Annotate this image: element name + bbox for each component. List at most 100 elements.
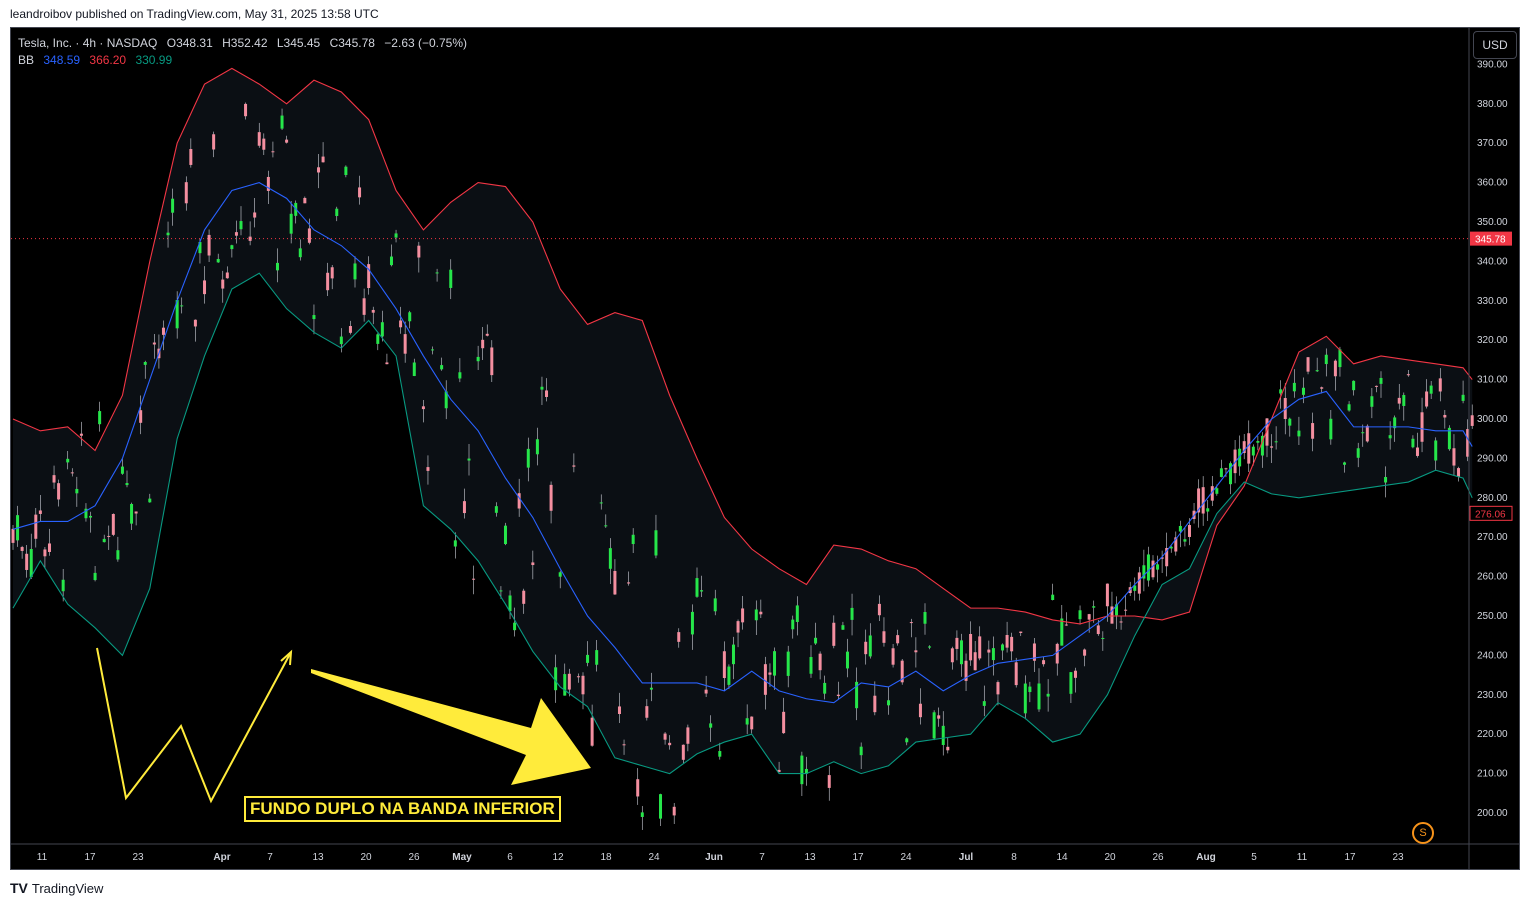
candle-body — [1219, 468, 1223, 477]
price-tick-label: 210.00 — [1477, 769, 1508, 780]
chart-frame[interactable]: 200.00 210.00 220.00 230.00 240.00 250.00 260.… — [10, 27, 1520, 870]
candle-body — [1425, 391, 1429, 407]
time-tick-label: 6 — [507, 852, 513, 863]
candle-body — [389, 256, 393, 266]
candle-body — [918, 703, 922, 718]
time-tick-label: 20 — [1104, 852, 1116, 863]
candle-body — [289, 213, 293, 234]
candle-body — [905, 738, 909, 743]
candle-body — [704, 689, 708, 694]
candle-body — [298, 248, 302, 258]
candle-body — [499, 590, 503, 592]
price-chart[interactable]: 200.00 210.00 220.00 230.00 240.00 250.00 260.… — [11, 28, 1520, 870]
candle-body — [503, 525, 507, 545]
candle-body — [1092, 606, 1096, 608]
candle-body — [531, 562, 535, 566]
candle-body — [887, 700, 891, 706]
time-tick-label: 26 — [1152, 852, 1164, 863]
bb-label: BB — [18, 53, 35, 67]
candle-body — [1365, 425, 1369, 442]
tradingview-logo[interactable]: TV TradingView — [10, 880, 103, 896]
candle-body — [52, 475, 56, 483]
time-tick-label: Jul — [959, 852, 974, 863]
candle-body — [38, 510, 42, 514]
candle-body — [814, 637, 818, 644]
candle-body — [449, 269, 453, 288]
candle-body — [1137, 572, 1141, 594]
time-tick-label: 18 — [600, 852, 612, 863]
candle-body — [166, 232, 170, 236]
candle-body — [189, 149, 193, 165]
candle-body — [1288, 418, 1292, 426]
candle-body — [859, 746, 863, 756]
candle-body — [47, 543, 51, 552]
candle-body — [70, 472, 74, 474]
time-tick-label: Apr — [213, 852, 230, 863]
candle-body — [868, 635, 872, 657]
session-badge[interactable]: S — [1412, 822, 1434, 844]
price-tick-label: 220.00 — [1477, 729, 1508, 740]
candle-body — [508, 595, 512, 612]
time-tick-label: Aug — [1196, 852, 1215, 863]
candle-body — [973, 652, 977, 671]
candle-body — [285, 139, 289, 143]
candle-body — [1178, 525, 1182, 532]
candle-body — [417, 245, 421, 258]
candle-body — [321, 156, 325, 163]
candle-body — [353, 263, 357, 280]
candle-body — [1338, 349, 1342, 368]
candle-body — [969, 633, 973, 661]
candle-body — [1457, 468, 1461, 477]
candle-body — [20, 547, 24, 551]
candle-body — [545, 390, 549, 397]
candle-body — [754, 609, 758, 621]
candle-body — [845, 651, 849, 669]
candle-body — [1156, 564, 1160, 570]
candle-body — [120, 466, 124, 474]
candle-body — [93, 572, 97, 581]
high-value: H352.42 — [222, 36, 268, 50]
candle-body — [631, 534, 635, 545]
candle-body — [152, 342, 156, 345]
price-tick-label: 230.00 — [1477, 690, 1508, 701]
candle-body — [11, 528, 15, 543]
candle-body — [1429, 385, 1433, 394]
candle-body — [385, 362, 389, 365]
candle-body — [1119, 621, 1123, 623]
close-value: C345.78 — [329, 36, 375, 50]
price-tick-label: 360.00 — [1477, 178, 1508, 189]
candle-body — [909, 622, 913, 624]
time-tick-label: May — [452, 852, 472, 863]
candle-body — [317, 167, 321, 173]
candle-body — [617, 706, 621, 715]
candle-body — [1183, 539, 1187, 542]
candle-body — [595, 650, 599, 665]
candle-body — [1206, 508, 1210, 512]
price-tick-label: 260.00 — [1477, 572, 1508, 583]
time-tick-label: 17 — [1344, 852, 1356, 863]
candle-body — [1051, 594, 1055, 600]
time-tick-label: 12 — [552, 852, 564, 863]
candle-body — [640, 812, 644, 817]
candle-body — [590, 717, 594, 746]
symbol-info[interactable]: Tesla, Inc. · 4h · NASDAQ — [18, 36, 157, 50]
candle-body — [750, 716, 754, 730]
currency-button[interactable]: USD — [1473, 31, 1517, 59]
price-tick-label: 300.00 — [1477, 414, 1508, 425]
candle-body — [116, 550, 120, 560]
tradingview-logo-icon: TV — [10, 880, 28, 896]
candle-body — [1078, 610, 1082, 620]
candle-body — [1046, 693, 1050, 697]
candle-body — [399, 320, 403, 328]
price-tick-label: 340.00 — [1477, 256, 1508, 267]
candle-body — [1361, 432, 1365, 434]
candle-body — [991, 648, 995, 661]
candle-body — [453, 540, 457, 547]
candle-body — [558, 572, 562, 577]
candle-body — [823, 682, 827, 694]
indicator-row[interactable]: BB 348.59 366.20 330.99 — [18, 52, 473, 69]
candle-body — [43, 549, 47, 557]
candle-body — [622, 744, 626, 746]
candle-body — [1388, 435, 1392, 439]
candle-body — [490, 347, 494, 376]
